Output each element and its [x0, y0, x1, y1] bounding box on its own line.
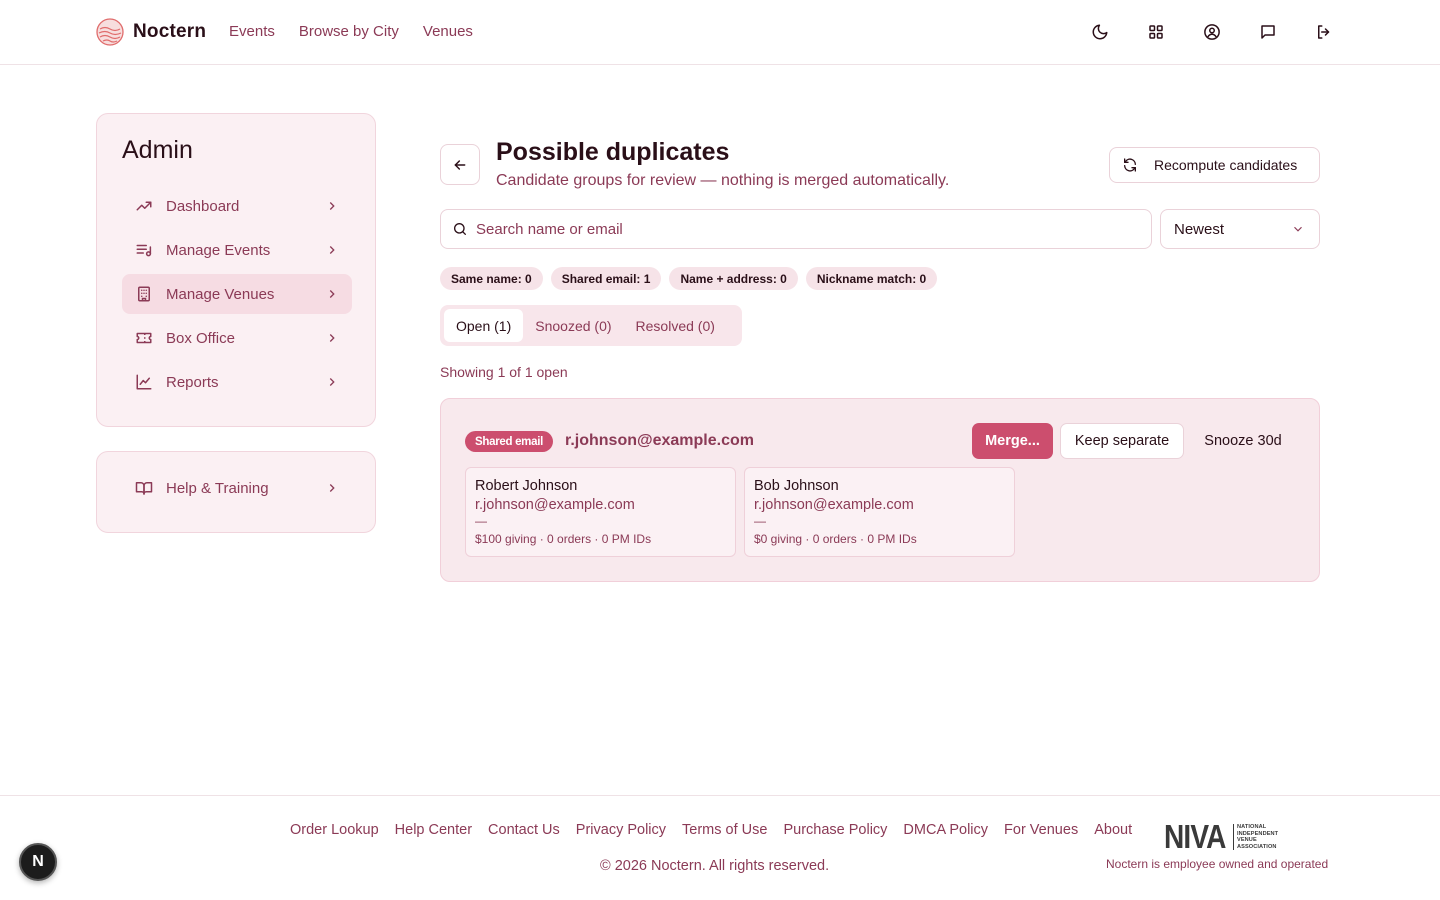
- moon-icon[interactable]: [1088, 20, 1112, 44]
- person-stats: $100 giving · 0 orders · 0 PM IDs: [475, 532, 652, 546]
- person-address: —: [475, 514, 487, 528]
- chevron-right-icon: [324, 480, 340, 496]
- footer-link-terms-of-use[interactable]: Terms of Use: [682, 822, 767, 838]
- sidebar-item-reports[interactable]: Reports: [122, 362, 352, 402]
- niva-logo[interactable]: NIVA NATIONAL INDEPENDENT VENUE ASSOCIAT…: [1164, 818, 1278, 855]
- match-type-chips: Same name: 0 Shared email: 1 Name + addr…: [440, 267, 938, 290]
- chevron-right-icon: [324, 330, 340, 346]
- sidebar-item-label: Reports: [166, 373, 219, 391]
- footer-link-contact-us[interactable]: Contact Us: [488, 822, 560, 838]
- copyright: © 2026 Noctern. All rights reserved.: [600, 858, 830, 874]
- person-name: Bob Johnson: [754, 478, 839, 494]
- admin-sidebar: Admin Dashboard Manage Events Manage Ven…: [96, 113, 376, 427]
- sidebar-item-box-office[interactable]: Box Office: [122, 318, 352, 358]
- footer-link-order-lookup[interactable]: Order Lookup: [290, 822, 379, 838]
- nav-browse-by-city[interactable]: Browse by City: [299, 23, 399, 40]
- sidebar-item-label: Dashboard: [166, 197, 240, 215]
- footer-link-about[interactable]: About: [1094, 822, 1132, 838]
- niva-wordmark: NIVA: [1164, 818, 1226, 855]
- match-type-badge: Shared email: [465, 431, 553, 452]
- tab-resolved[interactable]: Resolved (0): [624, 309, 727, 342]
- person-name: Robert Johnson: [475, 478, 578, 494]
- brand-logo-icon: [96, 18, 124, 46]
- recompute-label: Recompute candidates: [1154, 157, 1298, 173]
- message-icon[interactable]: [1256, 20, 1280, 44]
- chevron-right-icon: [324, 242, 340, 258]
- sort-selected-value: Newest: [1174, 220, 1225, 238]
- book-open-icon: [134, 478, 154, 498]
- dev-tools-badge[interactable]: N: [19, 843, 57, 881]
- chip-shared-email: Shared email: 1: [550, 267, 662, 290]
- footer: Order Lookup Help Center Contact Us Priv…: [0, 795, 1440, 900]
- tab-snoozed[interactable]: Snoozed (0): [523, 309, 623, 342]
- sidebar-item-dashboard[interactable]: Dashboard: [122, 186, 352, 226]
- nav-events[interactable]: Events: [229, 23, 275, 40]
- footer-links: Order Lookup Help Center Contact Us Priv…: [290, 822, 1132, 838]
- sidebar-item-manage-venues[interactable]: Manage Venues: [122, 274, 352, 314]
- sidebar-item-label: Manage Events: [166, 241, 271, 259]
- search-box: [440, 209, 1152, 249]
- nav-venues[interactable]: Venues: [423, 23, 473, 40]
- person-address: —: [754, 514, 766, 528]
- recompute-candidates-button[interactable]: Recompute candidates: [1109, 147, 1320, 183]
- ticket-icon: [134, 328, 154, 348]
- status-tabs: Open (1) Snoozed (0) Resolved (0): [440, 305, 742, 346]
- chip-same-name: Same name: 0: [440, 267, 543, 290]
- search-icon: [452, 221, 468, 237]
- group-email: r.johnson@example.com: [565, 432, 754, 449]
- top-navbar: Noctern Events Browse by City Venues: [0, 0, 1440, 65]
- list-music-icon: [134, 240, 154, 260]
- brand-name: Noctern: [133, 21, 207, 42]
- user-circle-icon[interactable]: [1200, 20, 1224, 44]
- chevron-down-icon: [1291, 222, 1305, 236]
- help-sidebar: Help & Training: [96, 451, 376, 533]
- chevron-right-icon: [324, 374, 340, 390]
- page-subtitle: Candidate groups for review — nothing is…: [496, 172, 950, 189]
- page-title: Possible duplicates: [496, 138, 730, 166]
- chevron-right-icon: [324, 198, 340, 214]
- main-nav: Events Browse by City Venues: [229, 23, 473, 40]
- chip-nickname-match: Nickname match: 0: [805, 267, 938, 290]
- grid-icon[interactable]: [1144, 20, 1168, 44]
- search-input[interactable]: [476, 220, 1116, 238]
- footer-link-help-center[interactable]: Help Center: [395, 822, 472, 838]
- duplicate-group-card: Shared email r.johnson@example.com Merge…: [440, 398, 1320, 582]
- line-chart-icon: [134, 372, 154, 392]
- merge-button[interactable]: Merge...: [972, 423, 1053, 459]
- chip-name-address: Name + address: 0: [669, 267, 798, 290]
- tab-open[interactable]: Open (1): [444, 309, 524, 342]
- footer-link-dmca-policy[interactable]: DMCA Policy: [903, 822, 988, 838]
- sidebar-item-label: Box Office: [166, 329, 235, 347]
- trending-up-icon: [134, 196, 154, 216]
- showing-count: Showing 1 of 1 open: [440, 364, 568, 380]
- sidebar-item-label: Manage Venues: [166, 285, 275, 303]
- person-stats: $0 giving · 0 orders · 0 PM IDs: [754, 532, 917, 546]
- person-email: r.johnson@example.com: [475, 497, 635, 513]
- building-icon: [134, 284, 154, 304]
- snooze-button[interactable]: Snooze 30d: [1192, 423, 1294, 459]
- refresh-icon: [1122, 157, 1138, 173]
- person-email: r.johnson@example.com: [754, 497, 914, 513]
- arrow-left-icon: [452, 157, 468, 173]
- sort-select[interactable]: Newest: [1160, 209, 1320, 249]
- footer-link-privacy-policy[interactable]: Privacy Policy: [576, 822, 666, 838]
- sidebar-item-label: Help & Training: [166, 479, 269, 497]
- employee-owned-note: Noctern is employee owned and operated: [1106, 857, 1329, 871]
- brand-link[interactable]: Noctern: [96, 18, 206, 46]
- keep-separate-button[interactable]: Keep separate: [1060, 423, 1184, 459]
- footer-link-for-venues[interactable]: For Venues: [1004, 822, 1078, 838]
- niva-subtitle: NATIONAL INDEPENDENT VENUE ASSOCIATION: [1233, 824, 1278, 850]
- logout-icon[interactable]: [1312, 20, 1336, 44]
- back-button[interactable]: [440, 144, 480, 185]
- footer-link-purchase-policy[interactable]: Purchase Policy: [783, 822, 887, 838]
- person-card: Bob Johnson r.johnson@example.com — $0 g…: [744, 467, 1015, 557]
- sidebar-item-manage-events[interactable]: Manage Events: [122, 230, 352, 270]
- chevron-right-icon: [324, 286, 340, 302]
- header-actions: [1088, 20, 1336, 44]
- sidebar-item-help-training[interactable]: Help & Training: [122, 468, 352, 508]
- sidebar-title: Admin: [122, 136, 193, 164]
- person-card: Robert Johnson r.johnson@example.com — $…: [465, 467, 736, 557]
